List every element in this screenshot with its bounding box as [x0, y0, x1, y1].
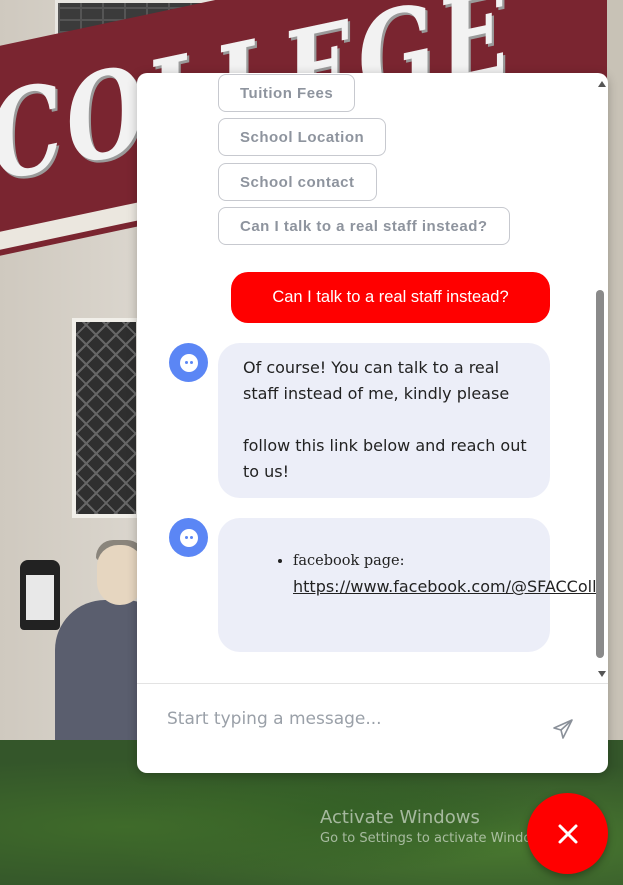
- user-message-bubble: Can I talk to a real staff instead?: [231, 272, 550, 323]
- facebook-page-link[interactable]: https://www.facebook.com/@SFACCollegeLas…: [293, 574, 599, 600]
- bot-message-text-line2: follow this link below and reach out to …: [243, 436, 527, 481]
- watermark-title: Activate Windows: [320, 807, 480, 828]
- chat-message-list[interactable]: Tuition Fees School Location School cont…: [137, 73, 599, 683]
- watermark-subtitle: Go to Settings to activate Windows.: [320, 831, 553, 846]
- scrollbar-thumb[interactable]: [596, 290, 604, 658]
- close-icon: [558, 824, 577, 843]
- bot-link-bubble: facebook page: https://www.facebook.com/…: [218, 518, 599, 652]
- quick-reply-real-staff[interactable]: Can I talk to a real staff instead?: [218, 207, 510, 245]
- bot-message-bubble: Of course! You can talk to a real staff …: [218, 343, 550, 498]
- link-list: facebook page: https://www.facebook.com/…: [218, 548, 599, 600]
- quick-reply-tuition-fees[interactable]: Tuition Fees: [218, 74, 356, 112]
- lamp-glass: [26, 575, 54, 620]
- list-item: facebook page: https://www.facebook.com/…: [293, 548, 599, 600]
- message-input[interactable]: [167, 704, 527, 734]
- chat-window: Tuition Fees School Location School cont…: [137, 73, 608, 773]
- robot-face-glyph: [179, 528, 198, 547]
- message-composer: [137, 683, 608, 773]
- send-button[interactable]: [547, 714, 579, 744]
- robot-face-glyph: [179, 353, 198, 372]
- robot-face-icon: [169, 518, 208, 557]
- building-window-grille: [72, 318, 140, 518]
- chat-scrollbar[interactable]: [595, 73, 608, 683]
- facebook-page-label: facebook page:: [293, 553, 405, 569]
- scroll-up-arrow-icon[interactable]: [598, 81, 606, 87]
- bot-message-text-line1: Of course! You can talk to a real staff …: [243, 358, 510, 403]
- close-chat-button[interactable]: [527, 793, 608, 874]
- activate-windows-watermark: Activate Windows Go to Settings to activ…: [320, 806, 553, 848]
- robot-face-icon: [169, 343, 208, 382]
- quick-reply-school-contact[interactable]: School contact: [218, 163, 377, 201]
- quick-reply-school-location[interactable]: School Location: [218, 118, 387, 156]
- scroll-down-arrow-icon[interactable]: [598, 671, 606, 677]
- paper-plane-icon: [553, 719, 573, 739]
